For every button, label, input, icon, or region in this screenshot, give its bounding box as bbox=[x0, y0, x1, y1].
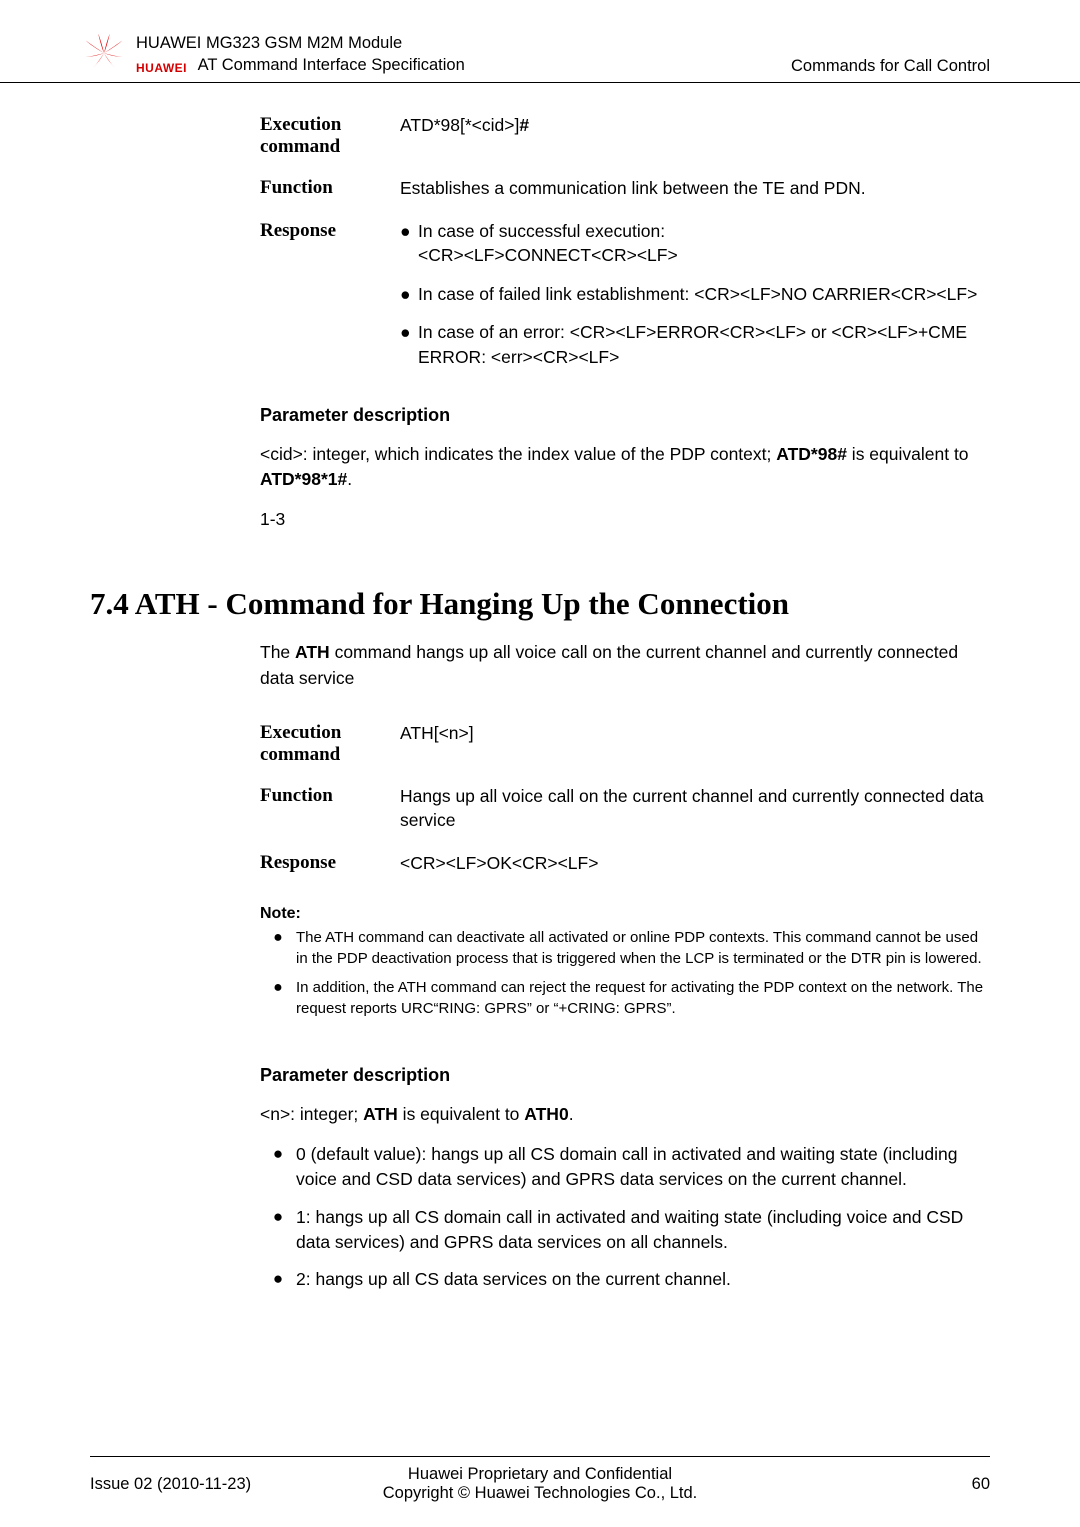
parameter-description-1: Parameter description <cid>: integer, wh… bbox=[260, 405, 990, 532]
page-footer: Issue 02 (2010-11-23) Huawei Proprietary… bbox=[90, 1456, 990, 1503]
response-label: Response bbox=[260, 219, 400, 370]
param-bullet: ●2: hangs up all CS data services on the… bbox=[260, 1267, 990, 1292]
parameter-description-2: Parameter description <n>: integer; ATH … bbox=[260, 1065, 990, 1292]
footer-page-number: 60 bbox=[765, 1475, 990, 1494]
section-title: 7.4 ATH - Command for Hanging Up the Con… bbox=[90, 586, 990, 622]
param-heading: Parameter description bbox=[260, 405, 990, 426]
footer-issue: Issue 02 (2010-11-23) bbox=[90, 1475, 315, 1494]
footer-copyright: Huawei Proprietary and ConfidentialCopyr… bbox=[315, 1465, 765, 1503]
notes-block: Note: ●The ATH command can deactivate al… bbox=[260, 905, 990, 1019]
note-item: ●In addition, the ATH command can reject… bbox=[260, 977, 990, 1019]
param-bullet: ●1: hangs up all CS domain call in activ… bbox=[260, 1205, 990, 1256]
response-value: <CR><LF>OK<CR><LF> bbox=[400, 851, 990, 876]
note-item: ●The ATH command can deactivate all acti… bbox=[260, 927, 990, 969]
exec-label: Execution command bbox=[260, 721, 400, 766]
exec-label: Execution command bbox=[260, 113, 400, 158]
param-text: <cid>: integer, which indicates the inde… bbox=[260, 442, 990, 493]
param-bullet: ●0 (default value): hangs up all CS doma… bbox=[260, 1142, 990, 1193]
response-value: ●In case of successful execution:<CR><LF… bbox=[400, 219, 990, 370]
param-heading: Parameter description bbox=[260, 1065, 990, 1086]
page-header: HUAWEI MG323 GSM M2M Module HUAWEI AT Co… bbox=[0, 0, 1080, 83]
brand-label: HUAWEI bbox=[136, 61, 187, 75]
param-line: <n>: integer; ATH is equivalent to ATH0. bbox=[260, 1102, 990, 1127]
function-value: Hangs up all voice call on the current c… bbox=[400, 784, 990, 833]
function-label: Function bbox=[260, 176, 400, 201]
command-definition-atd: Execution command ATD*98[*<cid>]# Functi… bbox=[260, 113, 990, 369]
function-label: Function bbox=[260, 784, 400, 833]
param-range: 1-3 bbox=[260, 507, 990, 532]
exec-value: ATD*98[*<cid>]# bbox=[400, 113, 990, 158]
header-section: Commands for Call Control bbox=[791, 57, 990, 78]
response-label: Response bbox=[260, 851, 400, 876]
command-definition-ath: Execution command ATH[<n>] Function Hang… bbox=[260, 721, 990, 876]
header-title: HUAWEI MG323 GSM M2M Module HUAWEI AT Co… bbox=[136, 33, 791, 78]
exec-value: ATH[<n>] bbox=[400, 721, 990, 766]
section-intro: The ATH command hangs up all voice call … bbox=[260, 640, 990, 691]
function-value: Establishes a communication link between… bbox=[400, 176, 990, 201]
huawei-logo-icon bbox=[80, 30, 128, 78]
note-heading: Note: bbox=[260, 905, 990, 923]
